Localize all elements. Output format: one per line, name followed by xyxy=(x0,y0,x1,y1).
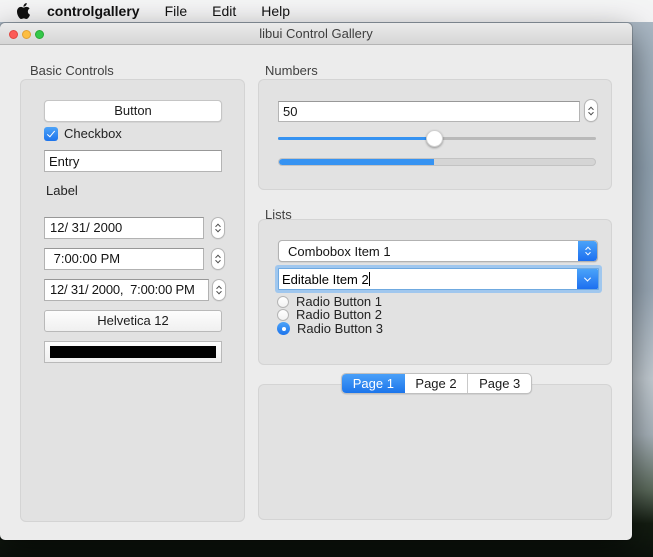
basic-controls-section-label: Basic Controls xyxy=(30,63,114,78)
tab-page-box xyxy=(258,384,612,520)
spinbox-wrap xyxy=(278,101,580,122)
radio-row: Radio Button 2 xyxy=(277,307,382,322)
minimize-button[interactable] xyxy=(22,30,31,39)
time-picker[interactable]: 7:00:00 PM xyxy=(44,248,204,270)
stepper-down-icon xyxy=(216,288,222,295)
checkbox-label[interactable]: Checkbox xyxy=(64,126,122,141)
entry-field[interactable] xyxy=(44,150,222,172)
checkbox-row: Checkbox xyxy=(44,126,122,141)
push-button[interactable]: Button xyxy=(44,100,222,122)
window-title: libui Control Gallery xyxy=(259,26,373,41)
combobox[interactable]: Combobox Item 1 xyxy=(278,240,598,262)
date-picker-stepper[interactable] xyxy=(211,217,225,239)
menu-app-name[interactable]: controlgallery xyxy=(47,3,140,19)
stepper-down-icon xyxy=(215,257,221,264)
close-button[interactable] xyxy=(9,30,18,39)
checkbox[interactable] xyxy=(44,126,58,141)
numbers-section-label: Numbers xyxy=(265,63,318,78)
slider-thumb[interactable] xyxy=(425,130,443,147)
desktop-wallpaper: controlgallery File Edit Help libui Cont… xyxy=(0,0,653,557)
menu-help[interactable]: Help xyxy=(261,3,290,19)
combobox-arrows xyxy=(578,241,597,261)
spinbox-stepper[interactable] xyxy=(584,99,598,122)
datetime-picker-stepper[interactable] xyxy=(212,279,226,301)
slider-fill xyxy=(278,137,434,140)
tab-page-3[interactable]: Page 3 xyxy=(467,374,531,393)
chevron-down-icon xyxy=(583,274,592,282)
menu-bar: controlgallery File Edit Help xyxy=(0,0,653,22)
date-picker[interactable]: 12/ 31/ 2000 xyxy=(44,217,204,239)
tab-page-1[interactable]: Page 1 xyxy=(342,374,405,393)
combobox-value: Combobox Item 1 xyxy=(288,243,391,259)
spinbox-field[interactable] xyxy=(278,101,580,122)
editable-combobox[interactable]: Editable Item 2 xyxy=(278,268,599,290)
app-window: libui Control Gallery Basic Controls But… xyxy=(0,23,632,540)
chevron-down-icon xyxy=(584,249,591,256)
datetime-picker[interactable]: 12/ 31/ 2000, 7:00:00 PM xyxy=(44,279,209,301)
time-picker-stepper[interactable] xyxy=(211,248,225,270)
traffic-lights xyxy=(9,30,44,39)
progress-fill xyxy=(279,159,434,165)
radio-button[interactable] xyxy=(277,295,289,308)
editable-combobox-value[interactable]: Editable Item 2 xyxy=(279,271,577,287)
color-well-swatch xyxy=(50,346,216,358)
editable-combobox-dropdown-button[interactable] xyxy=(577,269,598,289)
static-label: Label xyxy=(46,183,78,198)
progress-bar xyxy=(278,158,596,166)
slider[interactable] xyxy=(278,130,596,147)
tab-page-2[interactable]: Page 2 xyxy=(405,374,468,393)
menu-file[interactable]: File xyxy=(165,3,188,19)
radio-row: Radio Button 3 xyxy=(277,321,383,336)
tab-bar: Page 1 Page 2 Page 3 xyxy=(341,373,532,394)
color-well[interactable] xyxy=(44,341,222,363)
zoom-button[interactable] xyxy=(35,30,44,39)
title-bar[interactable]: libui Control Gallery xyxy=(0,23,632,45)
entry-wrap xyxy=(44,150,222,172)
radio-button[interactable] xyxy=(277,322,290,335)
apple-menu[interactable] xyxy=(17,3,30,19)
stepper-down-icon xyxy=(215,226,221,233)
menu-edit[interactable]: Edit xyxy=(212,3,236,19)
radio-label[interactable]: Radio Button 2 xyxy=(296,307,382,322)
radio-button[interactable] xyxy=(277,308,289,321)
text-caret xyxy=(368,271,370,286)
check-icon xyxy=(46,128,56,137)
apple-icon xyxy=(17,3,30,19)
radio-label[interactable]: Radio Button 3 xyxy=(297,321,383,336)
font-button[interactable]: Helvetica 12 xyxy=(44,310,222,332)
